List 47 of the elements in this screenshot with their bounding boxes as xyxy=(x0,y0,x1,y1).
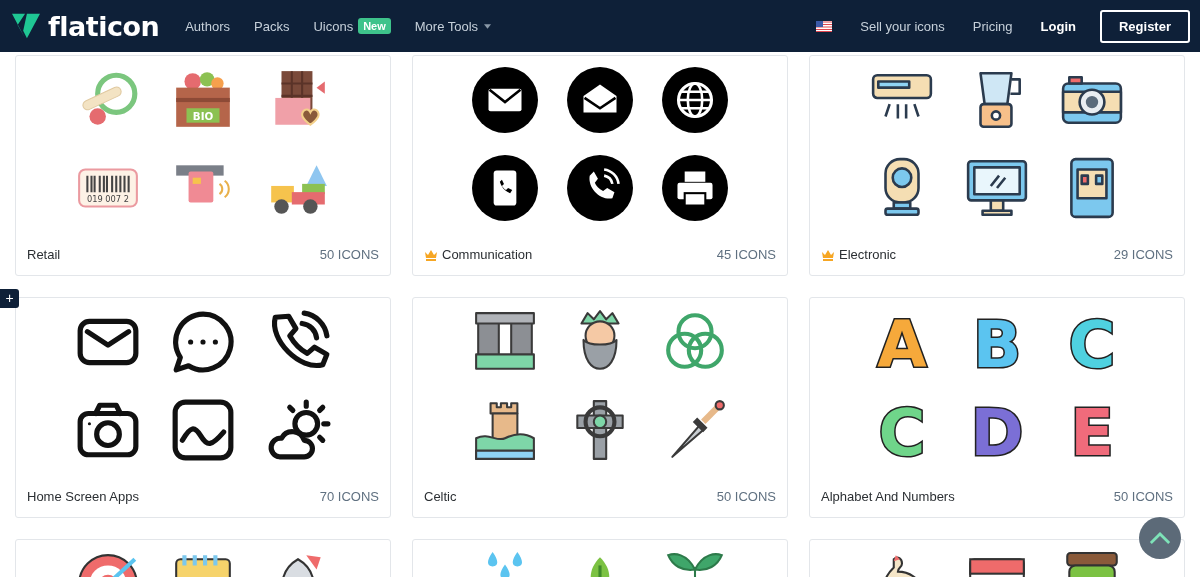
add-button[interactable]: + xyxy=(0,289,19,308)
phone-icon xyxy=(567,155,633,221)
pack-title: Home Screen Apps xyxy=(27,489,139,504)
icon-pack-card[interactable]: BIO 019 007 2 Retail 50 ICONS xyxy=(15,55,391,276)
icon-count: 50 ICONS xyxy=(319,247,379,262)
scroll-to-top-button[interactable] xyxy=(1139,517,1181,559)
logo-wordmark[interactable]: flaticon xyxy=(48,10,160,42)
pack-title: Alphabet And Numbers xyxy=(821,489,955,504)
icon-count: 29 ICONS xyxy=(1113,247,1173,262)
envelope-icon xyxy=(472,67,538,133)
chevron-up-icon xyxy=(1149,531,1171,545)
register-button[interactable]: Register xyxy=(1099,9,1190,43)
pack-title: Retail xyxy=(27,247,61,262)
letter-icon: D xyxy=(964,397,1030,463)
sell-icons-link[interactable]: Sell your icons xyxy=(860,18,945,34)
login-link[interactable]: Login xyxy=(1040,18,1076,34)
open-envelope-icon xyxy=(567,67,633,133)
letter-icon: B xyxy=(964,309,1030,375)
smartphone-icon xyxy=(472,155,538,221)
letter-icon: C xyxy=(869,397,935,463)
pack-title: Celtic xyxy=(424,489,457,504)
nav-link[interactable]: More Tools xyxy=(414,18,492,34)
pack-title: Electronic xyxy=(839,247,897,262)
icon-pack-card[interactable]: A B C C D E Alphabet And Numbers 50 ICONS xyxy=(809,297,1185,518)
icon-pack-card[interactable]: Home Screen Apps 70 ICONS xyxy=(15,297,391,518)
icon-pack-card[interactable]: Communication 45 ICONS xyxy=(412,55,788,276)
printer-icon xyxy=(662,155,728,221)
flag-icon[interactable] xyxy=(816,20,833,32)
pricing-link[interactable]: Pricing xyxy=(972,18,1013,34)
nav-link[interactable]: Uicons New xyxy=(313,18,391,34)
logo-icon[interactable] xyxy=(10,12,42,40)
image-icon xyxy=(170,397,236,463)
icon-pack-card[interactable]: Celtic 50 ICONS xyxy=(412,297,788,518)
chat-icon xyxy=(170,309,236,375)
letter-icon: A xyxy=(869,309,935,375)
icon-count: 50 ICONS xyxy=(1113,489,1173,504)
new-badge: New xyxy=(358,18,391,34)
nav-link[interactable]: Authors xyxy=(185,18,230,34)
icon-count: 50 ICONS xyxy=(716,489,776,504)
globe-icon xyxy=(662,67,728,133)
pack-title: Communication xyxy=(442,247,533,262)
icon-count: 45 ICONS xyxy=(716,247,776,262)
nav-link[interactable]: Packs xyxy=(254,18,290,34)
icon-count: 70 ICONS xyxy=(319,489,379,504)
letter-icon: E xyxy=(1059,397,1125,463)
icon-pack-card[interactable]: Electronic 29 ICONS xyxy=(809,55,1185,276)
letter-icon: C xyxy=(1059,309,1125,375)
